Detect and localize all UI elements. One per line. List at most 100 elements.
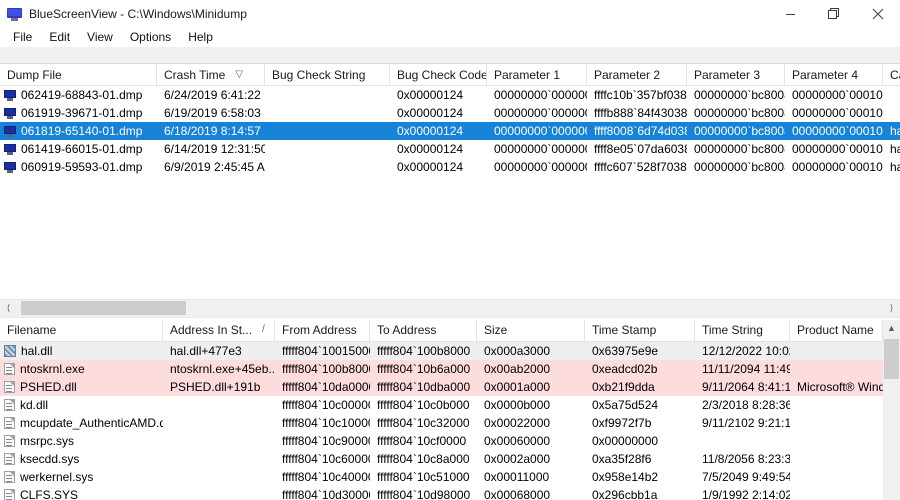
driver-list-body[interactable]: hal.dll hal.dll+477e3 fffff804`10015000 fff… bbox=[0, 341, 900, 500]
driver-list-cell-text: 11/11/2094 11:49:1... bbox=[702, 361, 790, 376]
vertical-scrollbar[interactable]: ▲ bbox=[883, 319, 900, 500]
driver-list-column-header[interactable]: Time Stamp bbox=[585, 319, 695, 341]
dump-list-cell: 0x00000124 bbox=[390, 140, 487, 158]
chevron-up-icon[interactable]: ▲ bbox=[883, 320, 900, 337]
dump-list-row[interactable]: 062419-68843-01.dmp 6/24/2019 6:41:22 ...… bbox=[0, 86, 900, 104]
dump-list-cell-text: 00000000`bc8008... bbox=[694, 106, 785, 120]
dump-list-column-header[interactable]: Dump File bbox=[0, 64, 157, 85]
driver-list-cell: fffff804`10c60000 bbox=[275, 450, 370, 468]
driver-list-column-header[interactable]: To Address bbox=[370, 319, 477, 341]
driver-list-header[interactable]: Filename Address In St... / From Address To … bbox=[0, 319, 900, 342]
image-file-icon bbox=[4, 344, 16, 357]
driver-list[interactable]: Filename Address In St... / From Address To … bbox=[0, 319, 900, 500]
menu-view[interactable]: View bbox=[79, 29, 122, 47]
dump-list-column-header[interactable]: Parameter 3 bbox=[687, 64, 785, 85]
dump-list-row[interactable]: 061919-39671-01.dmp 6/19/2019 6:58:03 ...… bbox=[0, 104, 900, 122]
dump-list-cell bbox=[265, 122, 390, 140]
driver-list-cell: fffff804`10da0000 bbox=[275, 378, 370, 396]
driver-list-cell: 0xeadcd02b bbox=[585, 360, 695, 378]
dump-list-body[interactable]: 062419-68843-01.dmp 6/24/2019 6:41:22 ...… bbox=[0, 86, 900, 299]
dump-file-list[interactable]: Dump File Crash Time ▽ Bug Check String Bug … bbox=[0, 64, 900, 299]
vscroll-thumb[interactable] bbox=[884, 338, 899, 379]
dump-list-column-header[interactable]: Crash Time ▽ bbox=[157, 64, 265, 85]
driver-list-column-header[interactable]: Product Name bbox=[790, 319, 883, 341]
dump-list-cell: 00000000`000101... bbox=[785, 86, 883, 104]
driver-list-cell: ntoskrnl.exe bbox=[0, 360, 163, 378]
menu-options[interactable]: Options bbox=[122, 29, 180, 47]
driver-list-column-header[interactable]: Time String bbox=[695, 319, 790, 341]
dump-list-column-header[interactable]: Bug Check String bbox=[265, 64, 390, 85]
driver-list-cell-text: 0x00068000 bbox=[484, 487, 551, 500]
dump-list-cell: 00000000`000000... bbox=[487, 104, 587, 122]
hscroll-thumb[interactable] bbox=[21, 300, 186, 315]
dump-list-cell: 00000000`bc8008... bbox=[687, 158, 785, 176]
driver-list-row[interactable]: ksecdd.sys fffff804`10c60000 fffff804`10c8… bbox=[0, 450, 900, 468]
driver-list-row[interactable]: werkernel.sys fffff804`10c40000 fffff804`1… bbox=[0, 468, 900, 486]
dump-list-column-header[interactable]: Ca bbox=[883, 64, 900, 85]
dump-list-row[interactable]: 061819-65140-01.dmp 6/18/2019 8:14:57 ...… bbox=[0, 122, 900, 140]
driver-list-row[interactable]: msrpc.sys fffff804`10c90000 fffff804`10cf0… bbox=[0, 432, 900, 450]
driver-list-cell-text: 0x0002a000 bbox=[484, 451, 551, 466]
dump-list-cell: hal bbox=[883, 122, 900, 140]
dump-list-column-label: Parameter 3 bbox=[694, 67, 761, 82]
dump-list-cell: 00000000`bc8008... bbox=[687, 104, 785, 122]
dump-list-cell: 061819-65140-01.dmp bbox=[0, 122, 157, 140]
driver-list-row[interactable]: mcupdate_AuthenticAMD.dll fffff804`10c100… bbox=[0, 414, 900, 432]
dump-list-cell: 00000000`bc8008... bbox=[687, 122, 785, 140]
chevron-right-icon[interactable]: ⟩ bbox=[883, 299, 900, 317]
driver-list-row[interactable]: ntoskrnl.exe ntoskrnl.exe+45eb... fffff804… bbox=[0, 359, 900, 378]
driver-list-cell bbox=[163, 486, 275, 500]
driver-list-cell: fffff804`100b8000 bbox=[370, 342, 477, 360]
driver-list-row[interactable]: kd.dll fffff804`10c00000 fffff804`10c0b000… bbox=[0, 396, 900, 414]
driver-list-column-header[interactable]: From Address bbox=[275, 319, 370, 341]
dump-list-cell: 060919-59593-01.dmp bbox=[0, 158, 157, 176]
maximize-button[interactable] bbox=[812, 0, 856, 28]
dump-list-row[interactable]: 061419-66015-01.dmp 6/14/2019 12:31:50...… bbox=[0, 140, 900, 158]
hscroll-track[interactable] bbox=[17, 299, 883, 317]
driver-list-cell: msrpc.sys bbox=[0, 432, 163, 450]
driver-list-column-label: Time Stamp bbox=[592, 323, 657, 338]
dump-list-column-header[interactable]: Parameter 2 bbox=[587, 64, 687, 85]
dump-list-cell: 00000000`000000... bbox=[487, 140, 587, 158]
vscroll-track[interactable] bbox=[883, 337, 900, 500]
close-button[interactable] bbox=[856, 0, 900, 28]
menu-edit[interactable]: Edit bbox=[41, 29, 79, 47]
dump-list-cell-text: 061819-65140-01.dmp bbox=[21, 124, 143, 138]
driver-file-icon bbox=[4, 416, 15, 429]
dump-list-column-header[interactable]: Parameter 4 bbox=[785, 64, 883, 85]
horizontal-scrollbar[interactable]: ⟨ ⟩ bbox=[0, 298, 900, 317]
driver-list-cell bbox=[163, 432, 275, 450]
driver-list-column-label: Time String bbox=[702, 323, 763, 338]
driver-list-column-header[interactable]: Filename bbox=[0, 319, 163, 341]
driver-list-cell-text: fffff804`10c90000 bbox=[282, 433, 370, 448]
menu-file[interactable]: File bbox=[5, 29, 41, 47]
driver-list-cell bbox=[695, 432, 790, 450]
driver-list-column-label: Filename bbox=[7, 323, 57, 338]
driver-list-cell: fffff804`10d30000 bbox=[275, 486, 370, 500]
dump-list-cell-text: 00000000`000000... bbox=[494, 160, 587, 174]
driver-list-row[interactable]: CLFS.SYS fffff804`10d30000 fffff804`10d980… bbox=[0, 486, 900, 500]
title-bar-left: BlueScreenView - C:\Windows\Minidump bbox=[0, 7, 768, 21]
driver-list-cell-text: fffff804`10c0b000 bbox=[377, 397, 470, 412]
chevron-left-icon[interactable]: ⟨ bbox=[0, 299, 17, 317]
dump-list-cell-text: 0x00000124 bbox=[397, 124, 464, 138]
minimize-button[interactable] bbox=[768, 0, 812, 28]
dump-list-cell-text: 00000000`000000... bbox=[494, 88, 587, 102]
dump-list-row[interactable]: 060919-59593-01.dmp 6/9/2019 2:45:45 AM 0x… bbox=[0, 158, 900, 176]
driver-list-cell-text: fffff804`10cf0000 bbox=[377, 433, 467, 448]
dump-list-column-header[interactable]: Parameter 1 bbox=[487, 64, 587, 85]
menu-help[interactable]: Help bbox=[180, 29, 222, 47]
driver-list-cell bbox=[790, 432, 883, 450]
driver-list-row[interactable]: PSHED.dll PSHED.dll+191b fffff804`10da0000… bbox=[0, 377, 900, 396]
dump-list-header[interactable]: Dump File Crash Time ▽ Bug Check String Bug … bbox=[0, 64, 900, 86]
dump-list-cell: 6/24/2019 6:41:22 ... bbox=[157, 86, 265, 104]
driver-list-cell-text: fffff804`10c10000 bbox=[282, 415, 370, 430]
dump-list-column-header[interactable]: Bug Check Code bbox=[390, 64, 487, 85]
driver-list-cell: werkernel.sys bbox=[0, 468, 163, 486]
driver-list-row[interactable]: hal.dll hal.dll+477e3 fffff804`10015000 fff… bbox=[0, 341, 900, 360]
dump-list-cell: 0x00000124 bbox=[390, 86, 487, 104]
driver-list-column-header[interactable]: Size bbox=[477, 319, 585, 341]
driver-file-icon bbox=[4, 362, 15, 375]
driver-list-column-header[interactable]: Address In St... / bbox=[163, 319, 275, 341]
dump-list-column-label: Dump File bbox=[7, 67, 62, 82]
